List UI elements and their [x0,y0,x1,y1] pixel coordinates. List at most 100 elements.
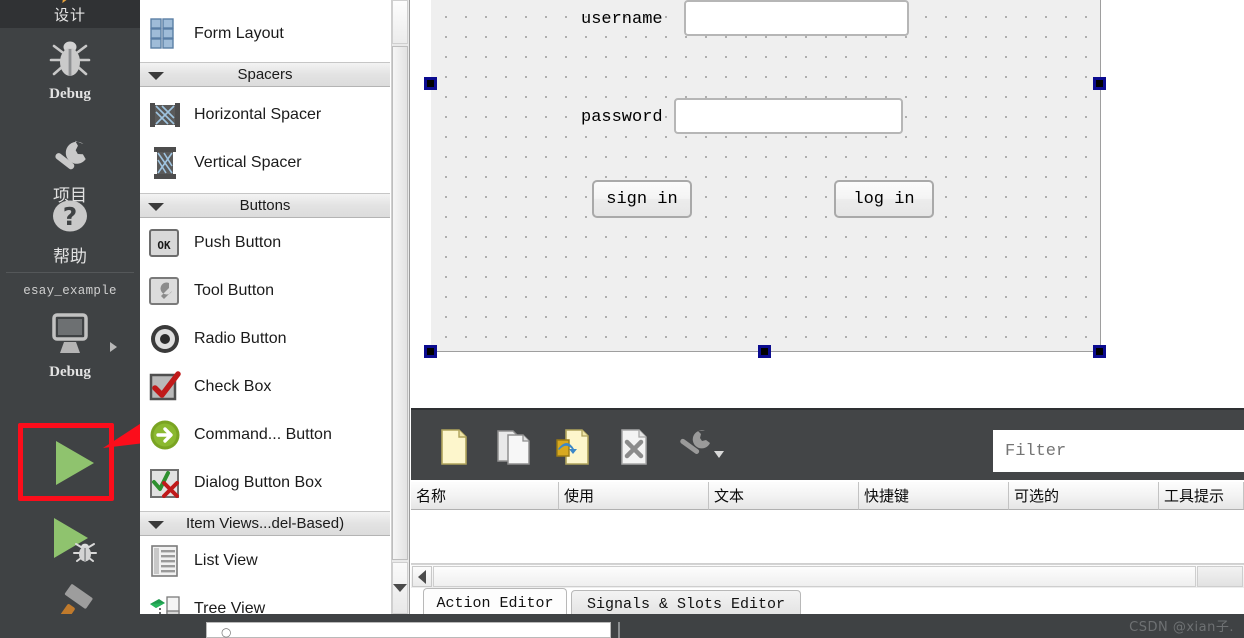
search-icon: ○ [221,625,232,638]
widget-item-label: Vertical Spacer [194,154,302,171]
form-widget[interactable]: username password sign in log in [431,0,1101,352]
widget-category-label: Item Views...del-Based) [185,515,345,532]
widget-item-tree-view[interactable]: Tree View [140,586,390,614]
bug-icon [46,36,94,85]
widget-item-label: Command... Button [194,426,332,443]
widget-item-label: Tool Button [194,282,275,299]
chevron-down-icon [148,521,164,529]
copy-action-button[interactable] [493,428,535,470]
mode-sidebar: 设计 Debug 项目 ? 帮助 esay_example Debug [0,0,140,638]
chevron-down-icon [393,584,407,592]
mode-title-bar: 设计 [0,0,140,28]
widget-item-label: Radio Button [194,330,287,347]
column-header-text[interactable]: 文本 [709,482,859,510]
form-lineedit-password[interactable] [674,98,903,134]
dialog-button-box-icon [148,466,182,500]
scrollbar-down-button[interactable] [392,562,408,614]
desktop-icon [42,312,98,363]
column-header-name[interactable]: 名称 [411,482,559,510]
scrollbar-thumb[interactable] [392,46,408,560]
qt-creator-window: 设计 Debug 项目 ? 帮助 esay_example Debug Form… [0,0,1244,638]
widget-item-dialog-button-box[interactable]: Dialog Button Box [140,460,390,506]
widget-item-push-button[interactable]: OK Push Button [140,220,390,266]
widget-item-label: Form Layout [194,25,284,42]
widget-item-label: Dialog Button Box [194,474,323,491]
mode-title-label: 设计 [53,5,86,24]
svg-text:OK: OK [157,239,171,252]
svg-text:?: ? [63,202,78,231]
widget-item-label: Check Box [194,378,272,395]
widget-category-buttons[interactable]: Buttons [140,193,390,218]
bottom-status-strip [0,614,1244,638]
selection-handle-right[interactable] [1093,77,1106,90]
selection-handle-bottom-center[interactable] [758,345,771,358]
widget-category-item-views[interactable]: Item Views...del-Based) [140,511,390,536]
action-editor-toolbar [411,408,1244,480]
kit-name-label: esay_example [23,284,117,298]
form-lineedit-username[interactable] [684,0,909,36]
column-header-used[interactable]: 使用 [559,482,709,510]
action-table-hscrollbar[interactable] [411,564,1244,588]
wrench-icon [46,137,94,180]
widget-item-radio-button[interactable]: Radio Button [140,316,390,362]
start-debugging-button[interactable] [0,514,140,571]
widget-box-scrollbar[interactable] [391,0,409,614]
widget-item-check-box[interactable]: Check Box [140,364,390,410]
kit-selector[interactable]: Debug [0,312,140,381]
command-link-button-icon [148,418,182,452]
tree-view-icon [148,592,182,614]
widget-item-command-link-button[interactable]: Command... Button [140,412,390,458]
widget-item-list-view[interactable]: List View [140,538,390,584]
form-layout-icon [148,17,182,51]
scrollbar-page-up[interactable] [392,0,408,44]
form-designer-canvas[interactable]: username password sign in log in [411,0,1244,406]
selection-handle-bottom-left[interactable] [424,345,437,358]
widget-item-horizontal-spacer[interactable]: Horizontal Spacer [140,93,390,137]
scrollbar-left-button[interactable] [412,566,432,587]
bottom-search-popup[interactable]: ○ [206,622,611,638]
widget-item-label: Tree View [194,600,266,614]
sidebar-item-label: 帮助 [53,247,87,267]
widget-item-tool-button[interactable]: Tool Button [140,268,390,314]
column-header-checkable[interactable]: 可选的 [1009,482,1159,510]
chevron-right-icon[interactable] [110,342,117,352]
form-label-username[interactable]: username [581,10,663,29]
form-button-signin[interactable]: sign in [592,180,692,218]
new-action-icon [437,428,471,471]
configure-action-button[interactable] [671,428,727,470]
column-header-shortcut[interactable]: 快捷键 [859,482,1009,510]
widget-item-vertical-spacer[interactable]: Vertical Spacer [140,141,390,185]
action-table-header: 名称 使用 文本 快捷键 可选的 工具提示 [411,482,1244,510]
question-icon: ? [46,196,94,241]
sidebar-divider [6,272,134,273]
selection-handle-bottom-right[interactable] [1093,345,1106,358]
new-action-button[interactable] [433,428,475,470]
vertical-spacer-icon [148,146,182,180]
push-button-icon: OK [148,226,182,260]
paste-action-icon [555,428,593,471]
widget-category-label: Spacers [237,66,293,83]
scrollbar-thumb[interactable] [433,566,1196,587]
scrollbar-page-right[interactable] [1197,566,1243,587]
delete-action-button[interactable] [613,428,655,470]
widget-item-form-layout[interactable]: Form Layout [140,12,390,56]
form-label-password[interactable]: password [581,108,663,127]
sidebar-item-label: Debug [49,86,91,102]
sidebar-item-help[interactable]: ? 帮助 [0,196,140,267]
bottom-strip-separator [618,622,620,638]
copy-action-icon [495,428,533,471]
widget-box: Form Layout Spacers Horizontal Spacer Ve… [140,0,410,614]
chevron-down-icon [148,203,164,211]
list-view-icon [148,544,182,578]
widget-category-spacers[interactable]: Spacers [140,62,390,87]
horizontal-spacer-icon [148,98,182,132]
selection-handle-left[interactable] [424,77,437,90]
filter-input[interactable] [993,430,1244,472]
column-header-tooltip[interactable]: 工具提示 [1159,482,1244,510]
sidebar-item-debug[interactable]: Debug [0,36,140,103]
widget-item-label: Horizontal Spacer [194,106,322,123]
form-button-login[interactable]: log in [834,180,934,218]
action-table-body[interactable] [411,510,1244,564]
run-button[interactable] [0,435,140,496]
paste-action-button[interactable] [553,428,595,470]
